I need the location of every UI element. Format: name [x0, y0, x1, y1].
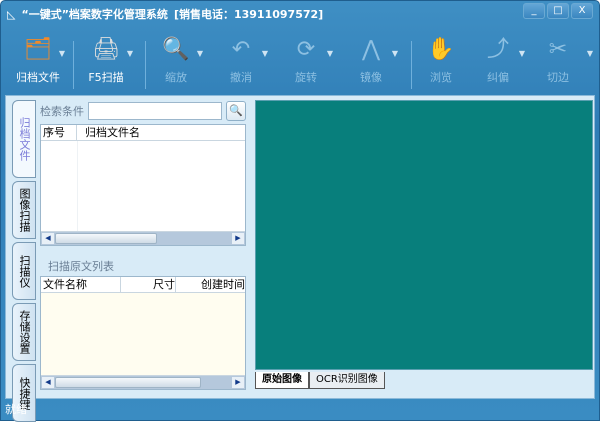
- dropdown-arrow-icon[interactable]: ▼: [197, 49, 203, 58]
- col-file-name[interactable]: 文件名称: [41, 277, 121, 292]
- close-button[interactable]: X: [571, 3, 593, 19]
- client-area: 归档文件 图像扫描 扫描仪 存储设置 快捷键 检索条件 🔍 序号 归档文件名 ◀ ▶…: [5, 95, 595, 422]
- dropdown-arrow-icon[interactable]: ▼: [327, 49, 333, 58]
- tab-original-image[interactable]: 原始图像: [255, 372, 309, 389]
- mirror-button[interactable]: ⋀ 镜像 ▼: [336, 35, 406, 85]
- col-index[interactable]: 序号: [41, 125, 77, 140]
- scan-list-table[interactable]: 文件名称 尺寸 创建时间 ◀ ▶: [40, 276, 246, 390]
- image-canvas[interactable]: [255, 100, 593, 370]
- tab-archive-file[interactable]: 归档文件: [12, 100, 36, 178]
- scroll-left-icon[interactable]: ◀: [42, 377, 54, 388]
- scroll-thumb[interactable]: [55, 377, 201, 388]
- dropdown-arrow-icon[interactable]: ▼: [59, 49, 65, 58]
- scroll-right-icon[interactable]: ▶: [232, 377, 244, 388]
- search-label: 检索条件: [40, 105, 84, 118]
- scan-list-title: 扫描原文列表: [48, 260, 114, 273]
- side-tabs: 归档文件 图像扫描 扫描仪 存储设置 快捷键: [12, 100, 38, 425]
- crop-edge-button[interactable]: ✂ 切边 ▼: [523, 35, 593, 85]
- app-window: ◺ “一键式”档案数字化管理系统 [销售电话：13911097572] _ □ …: [0, 0, 600, 422]
- maximize-button[interactable]: □: [547, 3, 569, 19]
- scroll-thumb[interactable]: [55, 233, 157, 244]
- scroll-left-icon[interactable]: ◀: [42, 233, 54, 244]
- col-archive-name[interactable]: 归档文件名: [77, 125, 140, 140]
- tab-ocr-image[interactable]: OCR识别图像: [309, 372, 385, 389]
- search-input[interactable]: [88, 102, 222, 120]
- scan-button[interactable]: 🖨 F5扫描 ▼: [71, 35, 141, 85]
- search-button[interactable]: 🔍: [226, 101, 246, 121]
- scroll-right-icon[interactable]: ▶: [232, 233, 244, 244]
- toolbar: 🗂 归档文件 ▼ 🖨 F5扫描 ▼ 🔍 缩放 ▼ ↶ 撤消 ▼ ⟳ 旋转 ▼ ⋀ 镜像 ▼ ✋ 浏览 ⤴ 纠…: [1, 31, 600, 91]
- archive-table[interactable]: 序号 归档文件名 ◀ ▶: [40, 124, 246, 246]
- dropdown-arrow-icon[interactable]: ▼: [587, 49, 593, 58]
- col-created-time[interactable]: 创建时间: [176, 277, 245, 292]
- undo-button[interactable]: ↶ 撤消 ▼: [206, 35, 276, 85]
- scissors-icon: ✂: [548, 37, 568, 62]
- search-icon: 🔍: [229, 104, 243, 117]
- title-bar: ◺ “一键式”档案数字化管理系统 [销售电话：13911097572]: [7, 6, 323, 22]
- tab-scanner[interactable]: 扫描仪: [12, 242, 36, 300]
- rotate-button[interactable]: ⟳ 旋转 ▼: [271, 35, 341, 85]
- archive-file-button[interactable]: 🗂 归档文件 ▼: [3, 35, 73, 85]
- tab-storage-settings[interactable]: 存储设置: [12, 303, 36, 361]
- zoom-button[interactable]: 🔍 缩放 ▼: [141, 35, 211, 85]
- dropdown-arrow-icon[interactable]: ▼: [392, 49, 398, 58]
- status-bar: 就绪: [5, 403, 27, 416]
- tab-image-scan[interactable]: 图像扫描: [12, 181, 36, 239]
- dropdown-arrow-icon[interactable]: ▼: [127, 49, 133, 58]
- horizontal-scrollbar[interactable]: ◀ ▶: [41, 231, 245, 245]
- minimize-button[interactable]: _: [523, 3, 545, 19]
- app-icon: ◺: [7, 7, 16, 21]
- col-size[interactable]: 尺寸: [121, 277, 176, 292]
- sales-phone: [销售电话：13911097572]: [173, 8, 324, 21]
- dropdown-arrow-icon[interactable]: ▼: [262, 49, 268, 58]
- horizontal-scrollbar[interactable]: ◀ ▶: [41, 375, 245, 389]
- app-title: “一键式”档案数字化管理系统: [21, 8, 168, 21]
